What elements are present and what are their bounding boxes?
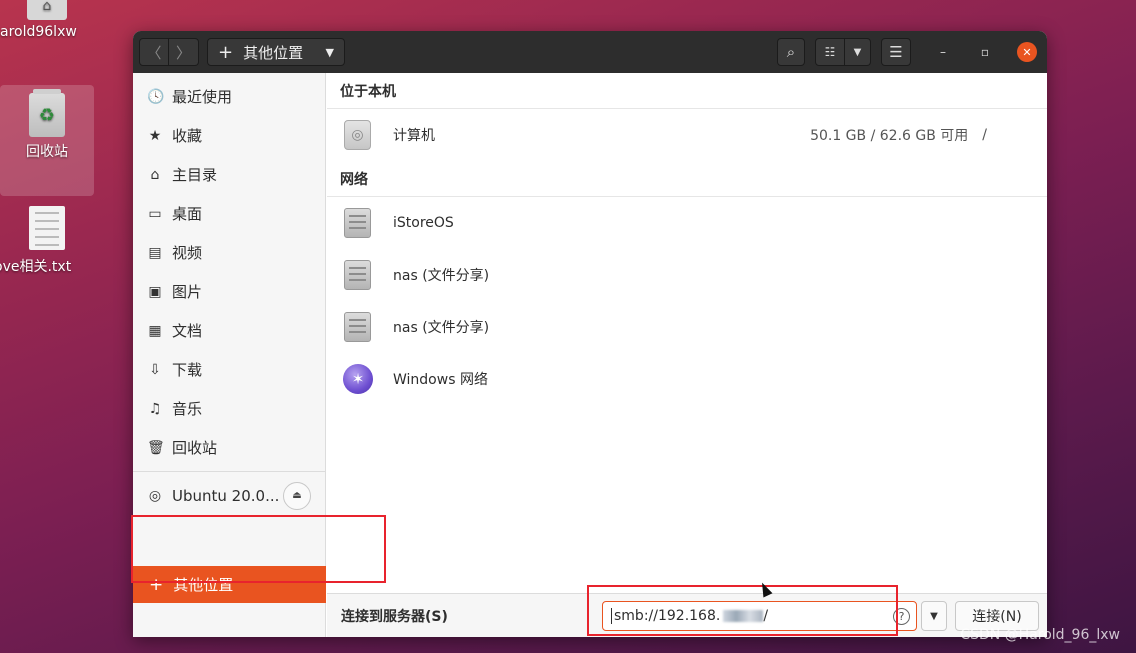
list-view-button[interactable]: ☷ [815, 38, 845, 66]
sidebar-item-label: 其他位置 [173, 576, 234, 594]
network-globe-icon: ✶ [343, 364, 373, 394]
sidebar-item-label: 桌面 [172, 205, 203, 223]
maximize-button[interactable]: ▫ [975, 42, 995, 62]
desktop-trash-icon[interactable]: ♻ 回收站 [0, 85, 94, 196]
desktop-trash-label: 回收站 [26, 144, 68, 160]
location-row-network[interactable]: nas (文件分享) [327, 249, 1047, 301]
eject-icon[interactable]: ⏏ [283, 481, 311, 510]
help-icon[interactable]: ? [893, 608, 910, 625]
sidebar-item-label: 音乐 [172, 400, 203, 418]
plus-icon: + [218, 41, 234, 63]
sidebar-item-desktop[interactable]: ▭ 桌面 [133, 194, 325, 233]
location-label: 计算机 [393, 128, 435, 144]
hard-disk-icon: ◎ [344, 120, 371, 150]
sidebar-item-label: 视频 [172, 244, 203, 262]
forward-button[interactable]: 〉 [169, 38, 199, 66]
sidebar-item-home[interactable]: ⌂ 主目录 [133, 155, 325, 194]
back-button[interactable]: 〈 [139, 38, 169, 66]
recent-servers-dropdown[interactable]: ▼ [921, 601, 947, 631]
main-content: 位于本机 ◎ 计算机 50.1 GB / 62.6 GB 可用 / 网络 iSt… [327, 73, 1047, 637]
home-icon: ⌂ [150, 166, 160, 183]
disk-space-text: 50.1 GB / 62.6 GB 可用 [810, 128, 969, 144]
sidebar-item-label: 主目录 [172, 166, 218, 184]
location-label: iStoreOS [393, 215, 454, 231]
sidebar-item-label: 文档 [172, 322, 203, 340]
network-server-icon [344, 312, 371, 342]
sidebar-item-pictures[interactable]: ▣ 图片 [133, 272, 325, 311]
location-label: 其他位置 [243, 43, 304, 62]
server-address-text: smb://192.168. [611, 608, 720, 624]
redacted-address [723, 610, 764, 622]
sidebar-item-starred[interactable]: ★ 收藏 [133, 116, 325, 155]
sidebar-item-label: Ubuntu 20.0... [172, 486, 280, 505]
sidebar-item-videos[interactable]: ▤ 视频 [133, 233, 325, 272]
caret-down-icon: ▼ [325, 45, 334, 59]
minimize-button[interactable]: – [933, 42, 953, 62]
disc-icon: ◎ [148, 487, 162, 504]
location-label: nas (文件分享) [393, 320, 490, 336]
view-options-button[interactable]: ▼ [845, 38, 871, 66]
close-button[interactable]: ✕ [1017, 42, 1037, 62]
trash-icon: 🗑 [147, 439, 165, 456]
sidebar-item-label: 回收站 [172, 439, 218, 457]
network-server-icon [344, 208, 371, 238]
headerbar-actions: ⌕ ☷ ▼ ☰ – ▫ ✕ [777, 38, 1037, 66]
text-file-icon [29, 206, 65, 250]
sidebar-item-downloads[interactable]: ⇩ 下载 [133, 350, 325, 389]
sidebar-item-label: 收藏 [172, 127, 203, 145]
download-icon: ⇩ [149, 361, 161, 378]
desktop-home-icon[interactable]: ⌂ arold96lxw [0, 0, 94, 40]
plus-icon: + [149, 574, 164, 595]
sidebar-item-label: 图片 [172, 283, 203, 301]
headerbar: 〈 〉 + 其他位置 ▼ ⌕ ☷ ▼ ☰ – ▫ ✕ [133, 31, 1047, 73]
film-icon: ▤ [148, 244, 162, 261]
location-row-network[interactable]: iStoreOS [327, 197, 1047, 249]
sidebar-item-recent[interactable]: 🕓 最近使用 [133, 77, 325, 116]
connect-bar: 连接到服务器(S) smb://192.168. / ? ▼ 连接(N) [327, 593, 1047, 637]
sidebar-item-label: 最近使用 [172, 88, 233, 106]
file-manager-window: 〈 〉 + 其他位置 ▼ ⌕ ☷ ▼ ☰ – ▫ ✕ 🕓 最近使用 ★ 收藏 ⌂… [133, 31, 1047, 637]
trash-icon: ♻ [29, 89, 65, 137]
mount-point-text: / [982, 127, 987, 143]
location-row-computer[interactable]: ◎ 计算机 50.1 GB / 62.6 GB 可用 / [327, 109, 1047, 161]
document-icon: ▦ [148, 322, 162, 339]
location-row-network[interactable]: nas (文件分享) [327, 301, 1047, 353]
sidebar-item-music[interactable]: ♫ 音乐 [133, 389, 325, 428]
server-address-tail: / [763, 608, 769, 624]
clock-icon: 🕓 [147, 88, 165, 105]
location-label: Windows 网络 [393, 372, 488, 388]
sidebar-item-ubuntu-drive[interactable]: ◎ Ubuntu 20.0... ⏏ [133, 476, 325, 515]
server-address-input[interactable]: smb://192.168. / ? [602, 601, 917, 631]
location-label: nas (文件分享) [393, 268, 490, 284]
network-server-icon [344, 260, 371, 290]
section-header-network: 网络 [327, 161, 1047, 197]
desktop-icon: ▭ [148, 205, 162, 222]
music-icon: ♫ [148, 400, 162, 417]
sidebar-item-label: 下载 [172, 361, 203, 379]
location-row-windows-network[interactable]: ✶ Windows 网络 [327, 353, 1047, 405]
desktop-home-label: arold96lxw [0, 24, 77, 40]
search-button[interactable]: ⌕ [777, 38, 805, 66]
desktop-file-icon[interactable]: ove相关.txt [0, 206, 94, 276]
sidebar-separator [133, 471, 325, 472]
home-folder-icon: ⌂ [27, 0, 67, 20]
sidebar-item-documents[interactable]: ▦ 文档 [133, 311, 325, 350]
watermark: CSDN @Harold_96_lxw [960, 627, 1120, 643]
sidebar-item-trash[interactable]: 🗑 回收站 [133, 428, 325, 467]
sidebar-item-other-locations[interactable]: + 其他位置 [133, 566, 326, 603]
location-button[interactable]: + 其他位置 ▼ [207, 38, 345, 66]
star-icon: ★ [148, 127, 162, 144]
sidebar: 🕓 最近使用 ★ 收藏 ⌂ 主目录 ▭ 桌面 ▤ 视频 ▣ 图片 ▦ 文档 ⇩ [133, 73, 326, 637]
connect-to-server-label: 连接到服务器(S) [341, 608, 448, 625]
section-header-local: 位于本机 [327, 73, 1047, 109]
menu-button[interactable]: ☰ [881, 38, 911, 66]
desktop-file-label: ove相关.txt [0, 259, 72, 275]
image-icon: ▣ [148, 283, 162, 300]
